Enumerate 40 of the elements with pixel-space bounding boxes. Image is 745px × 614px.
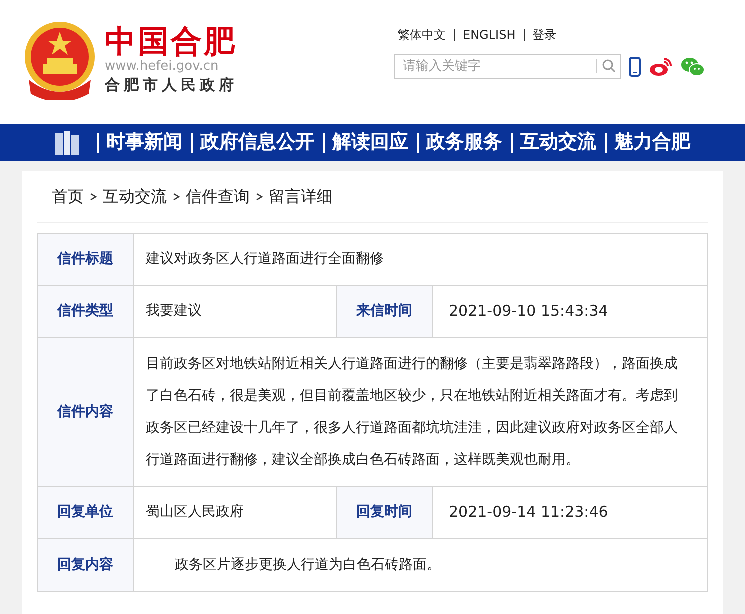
nav-item[interactable]: 政务服务 xyxy=(424,128,504,157)
field-label: 回复单位 xyxy=(38,487,134,538)
field-label: 回复内容 xyxy=(38,539,134,591)
chevron-icon xyxy=(173,192,180,200)
breadcrumb-link[interactable]: 首页 xyxy=(52,184,84,208)
emblem-icon xyxy=(23,20,97,100)
phone-icon[interactable] xyxy=(629,56,641,76)
wechat-icon[interactable] xyxy=(681,56,705,76)
field-value: 蜀山区人民政府 xyxy=(146,503,244,522)
site-title: 中国合肥 xyxy=(105,25,238,59)
field-value: 2021-09-14 11:23:46 xyxy=(449,502,608,524)
breadcrumb-link[interactable]: 留言详细 xyxy=(269,184,333,208)
nav-item[interactable]: 时事新闻 xyxy=(104,128,184,157)
weibo-icon[interactable] xyxy=(649,56,673,76)
top-link[interactable]: 登录 xyxy=(532,26,557,44)
field-value: 建议对政务区人行道路面进行全面翻修 xyxy=(146,250,384,269)
top-link[interactable]: ENGLISH xyxy=(463,26,516,44)
field-value: 我要建议 xyxy=(146,302,202,321)
field-label: 信件标题 xyxy=(38,234,134,285)
breadcrumb-link[interactable]: 信件查询 xyxy=(186,184,250,208)
nav-item[interactable]: 政府信息公开 xyxy=(198,128,316,157)
search-icon[interactable] xyxy=(602,59,616,73)
letter-content: 目前政务区对地铁站附近相关人行道路面进行的翻修（主要是翡翠路路段），路面换成了白色石砖，很是美观，但目前覆盖地区较少，只在地铁站附近相关路面才有。考虑到政务区已经建设十几年了，很多人行道路面都坑坑洼洼，因此建议政府对政务区全部人行道路面进行翻修，建议全部换成白色石砖路面，这样既美观也耐用。 xyxy=(146,355,679,470)
chevron-icon xyxy=(256,192,263,200)
field-value: 2021-09-10 15:43:34 xyxy=(449,301,608,322)
field-label: 来信时间 xyxy=(337,286,433,337)
field-label: 信件内容 xyxy=(38,338,134,486)
nav-item[interactable]: 魅力合肥 xyxy=(612,128,692,157)
buildings-icon xyxy=(52,128,80,156)
field-label: 信件类型 xyxy=(38,286,134,337)
breadcrumb-link[interactable]: 互动交流 xyxy=(103,184,167,208)
chevron-icon xyxy=(90,192,97,200)
nav-item[interactable]: 解读回应 xyxy=(330,128,410,157)
site-subtitle: 合肥市人民政府 xyxy=(105,75,238,95)
field-label: 回复时间 xyxy=(337,487,433,538)
top-link[interactable]: 繁体中文 xyxy=(398,26,446,44)
nav-item[interactable]: 互动交流 xyxy=(518,128,598,157)
site-url: www.hefei.gov.cn xyxy=(105,59,220,75)
search-field[interactable]: 请输入关键字 xyxy=(394,54,621,79)
reply-content: 政务区片逐步更换人行道为白色石砖路面。 xyxy=(175,556,441,574)
